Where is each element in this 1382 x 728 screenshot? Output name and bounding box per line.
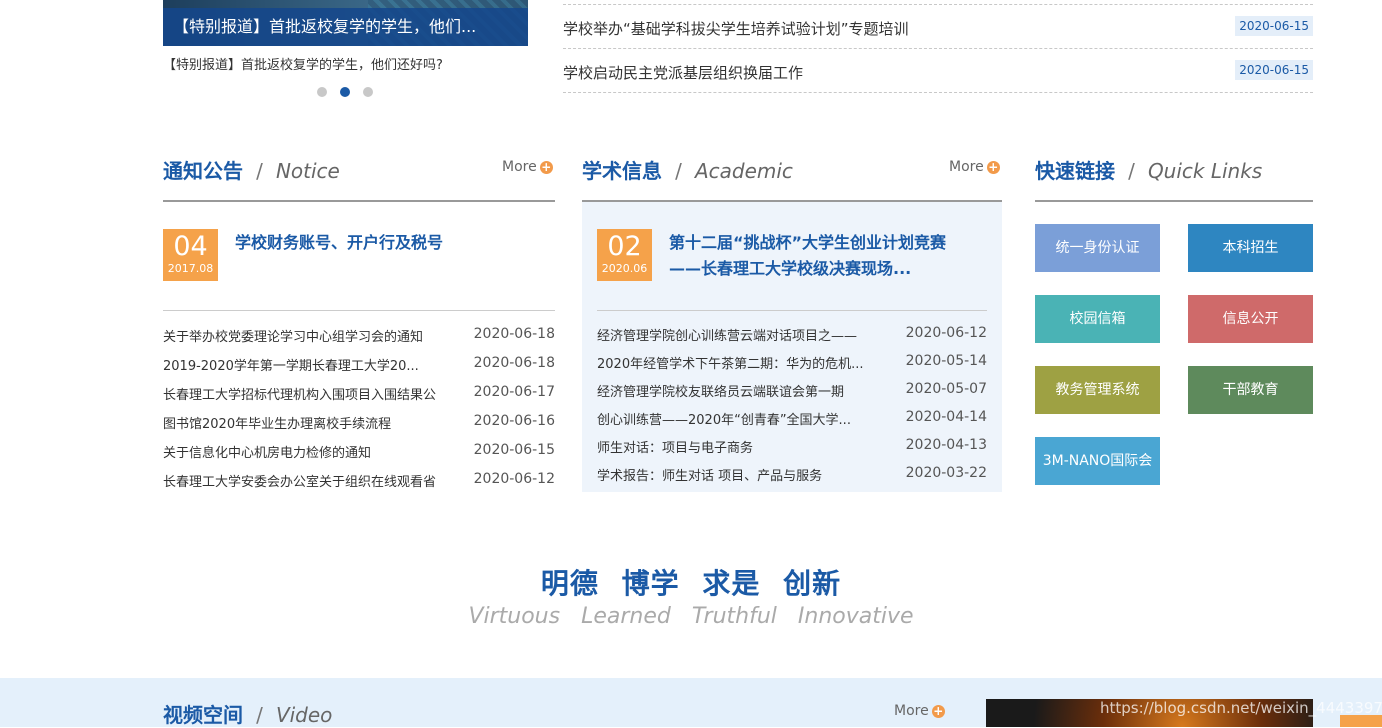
quick-links-divider bbox=[1035, 200, 1313, 202]
plus-icon: + bbox=[986, 160, 1000, 174]
list-item-title[interactable]: 关于举办校党委理论学习中心组学习会的通知 bbox=[163, 326, 463, 345]
list-item-date: 2020-05-07 bbox=[905, 381, 987, 397]
list-item[interactable]: 经济管理学院创心训练营云端对话项目之—— 2020-06-12 bbox=[597, 325, 987, 354]
slider-dot-3[interactable] bbox=[363, 87, 373, 97]
news-title[interactable]: 学校启动民主党派基层组织换届工作 bbox=[563, 62, 803, 83]
news-row[interactable]: 学校启动民主党派基层组织换届工作 2020-06-15 bbox=[563, 49, 1313, 93]
divider bbox=[597, 310, 987, 311]
news-row[interactable]: 学校举办“基础学科拔尖学生培养试验计划”专题培训 2020-06-15 bbox=[563, 5, 1313, 49]
list-item-date: 2020-06-18 bbox=[473, 355, 555, 371]
news-slider-caption[interactable]: 【特别报道】首批返校复学的学生，他们... bbox=[163, 8, 528, 46]
list-item[interactable]: 师生对话：项目与电子商务 2020-04-13 bbox=[597, 437, 987, 466]
notice-featured-date: 04 2017.08 bbox=[163, 229, 218, 281]
title-slash: / bbox=[675, 159, 682, 183]
slider-dot-1[interactable] bbox=[317, 87, 327, 97]
video-header: 视频空间 / Video bbox=[163, 699, 332, 728]
quick-links-header: 快速链接 / Quick Links bbox=[1035, 155, 1262, 184]
date-month: 2017.08 bbox=[167, 262, 214, 275]
list-item-title[interactable]: 2019-2020学年第一学期长春理工大学20... bbox=[163, 355, 463, 374]
featured-title-line2[interactable]: ——长春理工大学校级决赛现场... bbox=[669, 256, 946, 282]
featured-title-line1[interactable]: 第十二届“挑战杯”大学生创业计划竞赛 bbox=[669, 230, 946, 256]
quick-link-3m-nano[interactable]: 3M-NANO国际会 bbox=[1035, 437, 1160, 485]
list-item-title[interactable]: 2020年经管学术下午茶第二期：华为的危机... bbox=[597, 353, 887, 372]
academic-title-cn: 学术信息 bbox=[582, 159, 662, 183]
list-item-date: 2020-06-18 bbox=[473, 326, 555, 342]
motto-chinese: 明德 博学 求是 创新 bbox=[540, 567, 842, 600]
video-more-link[interactable]: More + bbox=[894, 703, 945, 719]
date-day: 04 bbox=[173, 231, 208, 262]
list-item-date: 2020-06-17 bbox=[473, 384, 555, 400]
list-item-title[interactable]: 师生对话：项目与电子商务 bbox=[597, 437, 887, 456]
academic-more-link[interactable]: More + bbox=[949, 159, 1000, 175]
list-item-date: 2020-04-14 bbox=[905, 409, 987, 425]
academic-featured-date: 02 2020.06 bbox=[597, 229, 652, 281]
notice-more-link[interactable]: More + bbox=[502, 159, 553, 175]
academic-header: 学术信息 / Academic bbox=[582, 155, 793, 184]
quick-link-admissions[interactable]: 本科招生 bbox=[1188, 224, 1313, 272]
quick-link-sso[interactable]: 统一身份认证 bbox=[1035, 224, 1160, 272]
divider bbox=[163, 310, 555, 311]
academic-title-en: Academic bbox=[694, 159, 793, 183]
list-item[interactable]: 关于举办校党委理论学习中心组学习会的通知 2020-06-18 bbox=[163, 326, 555, 355]
list-item[interactable]: 经济管理学院校友联络员云端联谊会第一期 2020-05-07 bbox=[597, 381, 987, 410]
news-date: 2020-06-15 bbox=[1235, 60, 1313, 80]
notice-title-cn: 通知公告 bbox=[163, 159, 243, 183]
title-slash: / bbox=[256, 703, 263, 727]
academic-featured-title[interactable]: 第十二届“挑战杯”大学生创业计划竞赛 ——长春理工大学校级决赛现场... bbox=[669, 230, 946, 282]
more-label[interactable]: More bbox=[949, 159, 984, 175]
notice-title-en: Notice bbox=[275, 159, 340, 183]
video-title-cn: 视频空间 bbox=[163, 703, 243, 727]
plus-icon: + bbox=[931, 704, 945, 718]
date-month: 2020.06 bbox=[601, 262, 648, 275]
list-item-title[interactable]: 学术报告：师生对话 项目、产品与服务 bbox=[597, 465, 887, 484]
slider-dot-2[interactable] bbox=[340, 87, 350, 97]
list-item-title[interactable]: 关于信息化中心机房电力检修的通知 bbox=[163, 442, 463, 461]
notice-featured-title[interactable]: 学校财务账号、开户行及税号 bbox=[235, 230, 443, 256]
title-slash: / bbox=[1128, 159, 1135, 183]
list-item[interactable]: 长春理工大学安委会办公室关于组织在线观看省 2020-06-12 bbox=[163, 471, 555, 500]
quick-link-academic-affairs[interactable]: 教务管理系统 bbox=[1035, 366, 1160, 414]
quick-links-title-cn: 快速链接 bbox=[1035, 159, 1115, 183]
list-item-date: 2020-04-13 bbox=[905, 437, 987, 453]
motto-english: Virtuous Learned Truthful Innovative bbox=[468, 604, 914, 629]
list-item[interactable]: 关于信息化中心机房电力检修的通知 2020-06-15 bbox=[163, 442, 555, 471]
more-label[interactable]: More bbox=[502, 159, 537, 175]
list-item[interactable]: 长春理工大学招标代理机构入围项目入围结果公 2020-06-17 bbox=[163, 384, 555, 413]
list-item-date: 2020-05-14 bbox=[905, 353, 987, 369]
date-day: 02 bbox=[607, 231, 642, 262]
list-item[interactable]: 学术报告：师生对话 项目、产品与服务 2020-03-22 bbox=[597, 465, 987, 494]
list-item[interactable]: 图书馆2020年毕业生办理离校手续流程 2020-06-16 bbox=[163, 413, 555, 442]
more-label[interactable]: More bbox=[894, 703, 929, 719]
list-item-title[interactable]: 长春理工大学招标代理机构入围项目入围结果公 bbox=[163, 384, 463, 403]
news-title[interactable]: 学校举办“基础学科拔尖学生培养试验计划”专题培训 bbox=[563, 18, 909, 39]
quick-link-disclosure[interactable]: 信息公开 bbox=[1188, 295, 1313, 343]
list-item-date: 2020-06-16 bbox=[473, 413, 555, 429]
video-title-en: Video bbox=[275, 703, 333, 727]
quick-links-title-en: Quick Links bbox=[1147, 159, 1263, 183]
list-item[interactable]: 2019-2020学年第一学期长春理工大学20... 2020-06-18 bbox=[163, 355, 555, 384]
back-to-top-button[interactable] bbox=[1340, 715, 1382, 727]
list-item[interactable]: 创心训练营——2020年“创青春”全国大学... 2020-04-14 bbox=[597, 409, 987, 438]
list-item-title[interactable]: 长春理工大学安委会办公室关于组织在线观看省 bbox=[163, 471, 463, 490]
quick-link-mailbox[interactable]: 校园信箱 bbox=[1035, 295, 1160, 343]
list-item-date: 2020-06-15 bbox=[473, 442, 555, 458]
notice-header: 通知公告 / Notice bbox=[163, 155, 340, 184]
list-item[interactable]: 2020年经管学术下午茶第二期：华为的危机... 2020-05-14 bbox=[597, 353, 987, 382]
notice-divider bbox=[163, 200, 555, 202]
list-item-date: 2020-06-12 bbox=[473, 471, 555, 487]
title-slash: / bbox=[256, 159, 263, 183]
list-item-date: 2020-06-12 bbox=[905, 325, 987, 341]
list-item-date: 2020-03-22 bbox=[905, 465, 987, 481]
news-date: 2020-06-15 bbox=[1235, 16, 1313, 36]
list-item-title[interactable]: 经济管理学院校友联络员云端联谊会第一期 bbox=[597, 381, 887, 400]
list-item-title[interactable]: 经济管理学院创心训练营云端对话项目之—— bbox=[597, 325, 887, 344]
list-item-title[interactable]: 图书馆2020年毕业生办理离校手续流程 bbox=[163, 413, 463, 432]
news-slider-subtitle[interactable]: 【特别报道】首批返校复学的学生，他们还好吗? bbox=[163, 54, 443, 73]
plus-icon: + bbox=[539, 160, 553, 174]
list-item-title[interactable]: 创心训练营——2020年“创青春”全国大学... bbox=[597, 409, 887, 428]
quick-link-cadre-education[interactable]: 干部教育 bbox=[1188, 366, 1313, 414]
